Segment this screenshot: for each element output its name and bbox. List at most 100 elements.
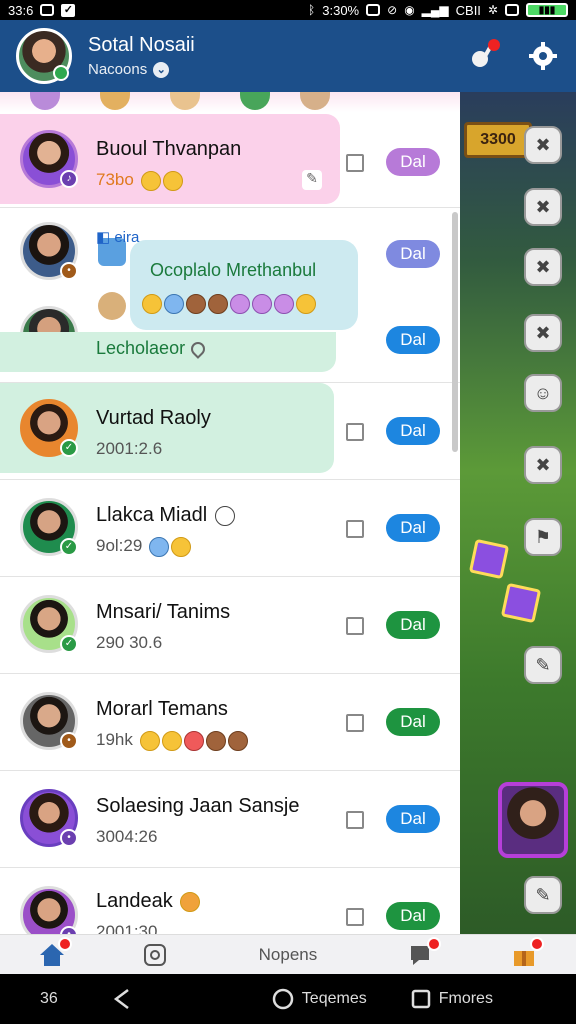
action-button[interactable]: Dal (386, 805, 440, 833)
emoji-icon (252, 294, 272, 314)
home-circle-icon (272, 988, 294, 1010)
nav-stickers[interactable] (125, 937, 185, 973)
tool-icon[interactable]: ✖ (524, 248, 562, 286)
chat-row[interactable]: ✓ Mnsari/ Tanims 290 30.6 Dal (0, 577, 460, 674)
group-message-bubble[interactable] (130, 240, 358, 330)
system-nav: 36 Teqemes Fmores (0, 974, 576, 1024)
emoji-icon (227, 730, 248, 751)
avatar: ✓ (20, 595, 78, 653)
settings-small-icon: ✲ (487, 3, 498, 17)
network-text: CBII (455, 2, 481, 18)
tool-icon[interactable]: ✖ (524, 126, 562, 164)
notification-button[interactable] (466, 39, 500, 73)
document-icon[interactable] (346, 520, 364, 538)
account-subtitle[interactable]: Nacoons (88, 61, 147, 78)
nav-chats[interactable] (391, 936, 451, 973)
contact-name: Vurtad Raoly (96, 407, 211, 429)
action-button[interactable]: Dal (386, 902, 440, 930)
profile-avatar[interactable] (16, 28, 72, 84)
recents-button-label: Fmores (438, 990, 493, 1007)
battery-icon: ▮▮▮ (526, 3, 568, 17)
wrench-icon[interactable]: ✎ (524, 646, 562, 684)
document-icon[interactable] (346, 714, 364, 732)
avatar: • (20, 789, 78, 847)
status-bar: 33:6 ✓ ᛒ 3:30% ⊘ ◉ ▂▄▆ CBII ✲ ▮▮▮ (0, 0, 576, 20)
nav-openings[interactable]: Nopens (228, 937, 348, 973)
action-button[interactable]: Dal (386, 611, 440, 639)
group-icon (98, 292, 126, 320)
flag-icon[interactable]: ⚑ (524, 518, 562, 556)
group-tag: ◧ eira (96, 229, 140, 246)
document-icon[interactable] (346, 811, 364, 829)
nav-gifts[interactable] (494, 936, 554, 973)
message-time: 3004:26 (96, 827, 158, 846)
group-reactions (140, 294, 316, 314)
chevron-down-icon[interactable]: ⌄ (153, 61, 170, 78)
chat-row[interactable]: • Landeak 2001:30 Dal (0, 868, 460, 934)
chat-row[interactable]: ✓ Vurtad Raoly 2001:2.6 Dal (0, 383, 460, 480)
signal-icon: ▂▄▆ (421, 3, 449, 17)
action-button[interactable]: Dal (386, 708, 440, 736)
message-preview: 9ol:29 (96, 536, 192, 557)
chat-row[interactable]: ♪ Buoul Thvanpan 73bo ✎ Dal (0, 114, 460, 208)
wifi-icon: ◉ (404, 3, 415, 17)
avatar: ✓ (20, 399, 78, 457)
alert-icon (505, 4, 519, 16)
emoji-icon (183, 730, 204, 751)
document-icon[interactable] (346, 423, 364, 441)
document-icon[interactable] (346, 617, 364, 635)
action-button[interactable]: Dal (386, 326, 440, 354)
action-button[interactable]: Dal (386, 240, 440, 268)
smile-icon[interactable]: ☺ (524, 374, 562, 412)
cube-icon (468, 538, 510, 580)
message-time: 2001:2.6 (96, 439, 163, 458)
game-panel: 3300 ✖ ✖ ✖ ✖ ☺ ✖ ⚑ ✎ ✎ (460, 92, 576, 934)
tool-icon[interactable]: ✖ (524, 446, 562, 484)
status-left-text: 33:6 (8, 2, 34, 18)
avatar-peek (240, 92, 270, 110)
contact-name: Lecholaeor (96, 338, 208, 360)
avatar: • (20, 886, 78, 934)
contact-name: Solaesing Jaan Sansje (96, 795, 300, 817)
bluetooth-icon: ᛒ (308, 3, 316, 17)
emoji-icon (171, 536, 192, 557)
document-icon[interactable] (346, 908, 364, 926)
app-header: Sotal Nosaii Nacoons ⌄ (0, 20, 576, 92)
group-title: Ocoplalo Mrethanbul (150, 260, 317, 280)
settings-button[interactable] (526, 39, 560, 73)
cube-icon (500, 582, 542, 624)
pencil-icon[interactable]: ✎ (524, 876, 562, 914)
edit-icon[interactable]: ✎ (302, 170, 322, 190)
emoji-icon (296, 294, 316, 314)
back-button[interactable] (112, 988, 132, 1010)
action-button[interactable]: Dal (386, 417, 440, 445)
tool-icon[interactable]: ✖ (524, 314, 562, 352)
emoji-icon (162, 170, 183, 191)
chat-row[interactable]: • Morarl Temans 19hk Dal (0, 674, 460, 771)
emoji-icon (205, 730, 226, 751)
document-icon[interactable] (346, 154, 364, 172)
action-button[interactable]: Dal (386, 148, 440, 176)
bottom-nav: Nopens (0, 934, 576, 974)
notification-badge (57, 936, 72, 951)
emoji-icon (186, 294, 206, 314)
tool-icon[interactable]: ✖ (524, 188, 562, 226)
action-button[interactable]: Dal (386, 514, 440, 542)
recents-button[interactable]: Fmores (411, 989, 493, 1009)
status-time: 3:30% (322, 2, 360, 18)
dnd-icon: ⊘ (387, 3, 398, 17)
sticker-icon (143, 943, 166, 966)
message-time: 290 30.6 (96, 633, 163, 652)
back-icon (113, 989, 129, 1009)
character-portrait[interactable] (498, 782, 568, 858)
scrollbar[interactable] (452, 212, 458, 452)
home-button[interactable]: Teqemes (272, 988, 367, 1010)
notification-badge (488, 39, 500, 51)
nav-home[interactable] (22, 936, 82, 973)
chat-row[interactable]: • Solaesing Jaan Sansje 3004:26 Dal (0, 771, 460, 868)
heart-icon (180, 891, 201, 912)
emoji-icon (161, 730, 182, 751)
emoji-icon (140, 170, 161, 191)
message-time: 2001:30 (96, 922, 158, 934)
chat-row[interactable]: ✓ Llakca Miadl 9ol:29 Dal (0, 480, 460, 577)
